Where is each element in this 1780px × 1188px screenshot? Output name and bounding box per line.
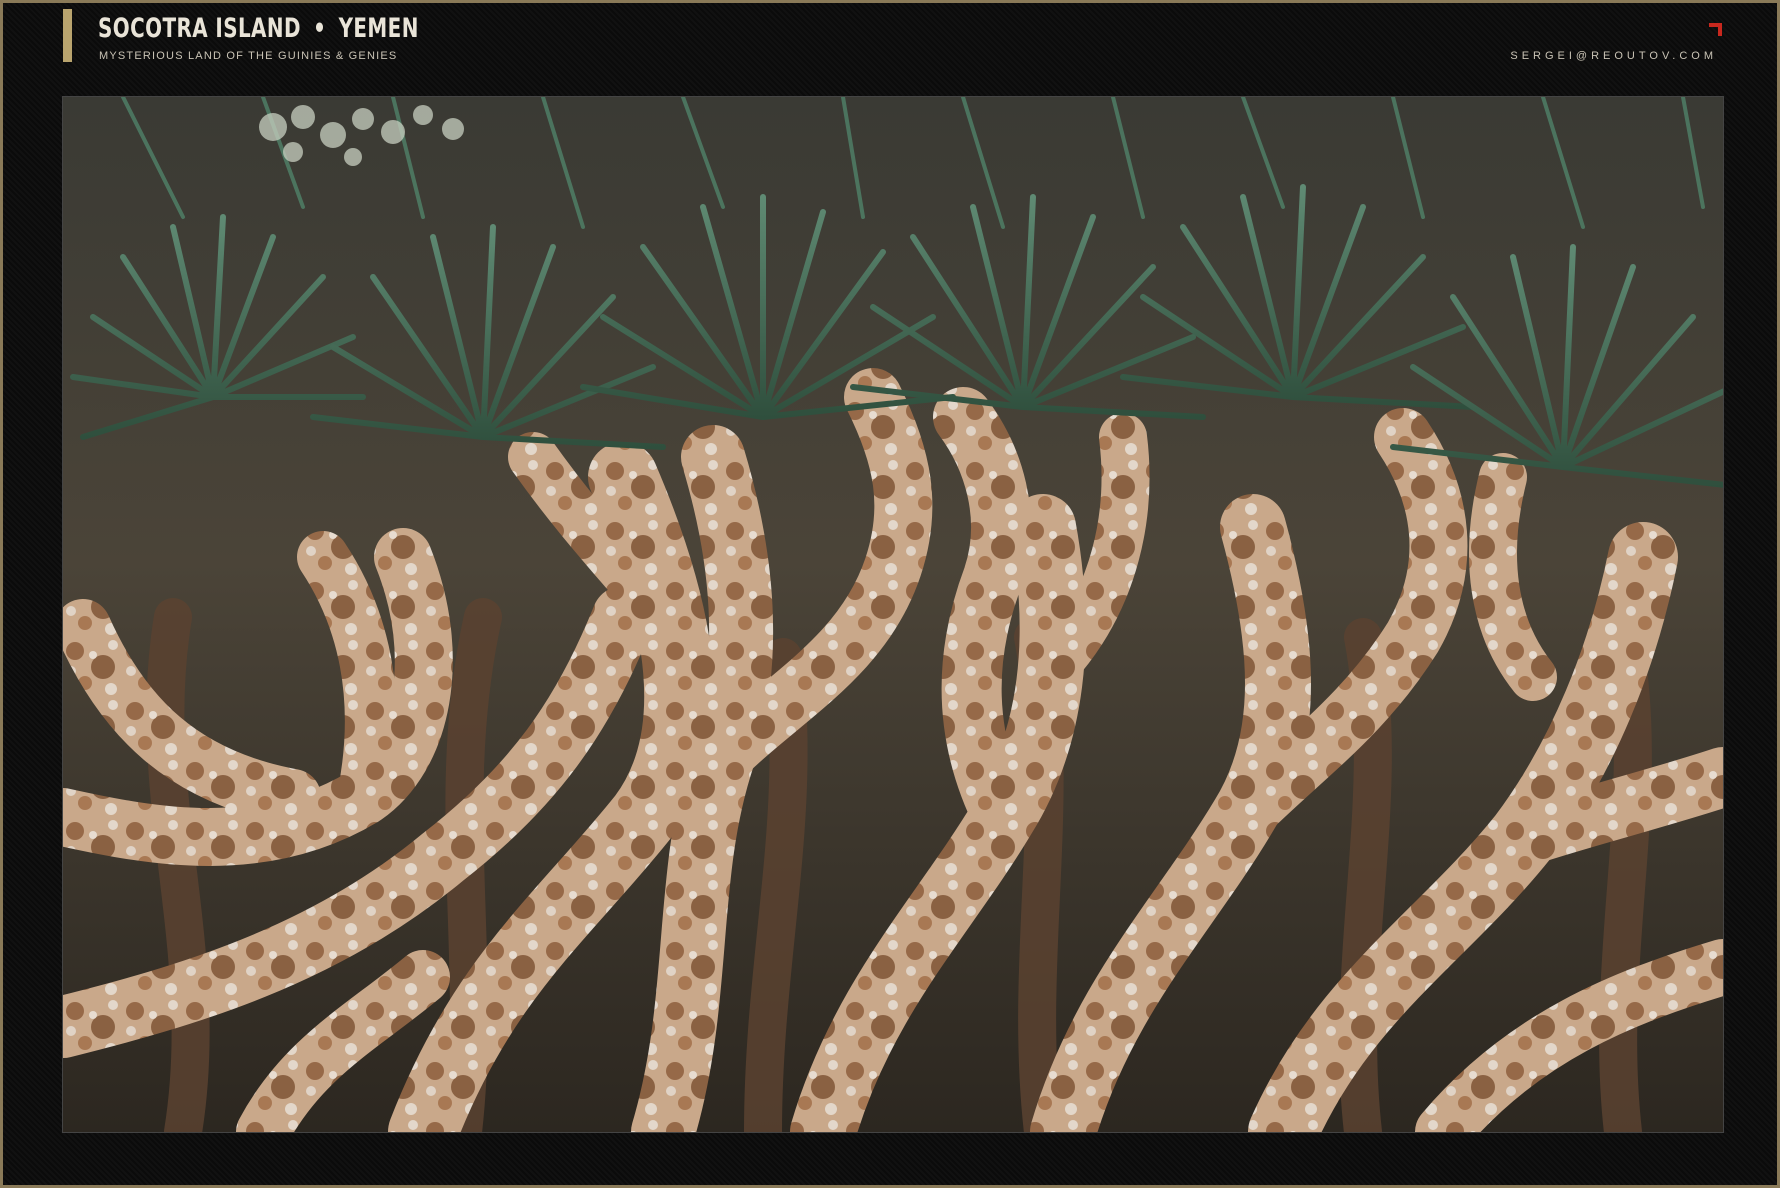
accent-bar xyxy=(63,9,72,62)
page-subtitle: MYSTERIOUS LAND OF THE GUINIES & GENIES xyxy=(99,50,398,62)
photo-illustration xyxy=(63,97,1723,1132)
poster-frame: SOCOTRA ISLAND • YEMEN MYSTERIOUS LAND O… xyxy=(0,0,1780,1188)
dragon-tree-photo xyxy=(62,96,1724,1133)
title-country: YEMEN xyxy=(338,13,419,44)
corner-mark-icon xyxy=(1709,23,1722,36)
title-separator: • xyxy=(313,13,327,44)
title-place: SOCOTRA ISLAND xyxy=(98,13,301,44)
page-title: SOCOTRA ISLAND • YEMEN xyxy=(98,13,419,44)
contact-email[interactable]: SERGEI@REOUTOV.COM xyxy=(1510,50,1717,62)
